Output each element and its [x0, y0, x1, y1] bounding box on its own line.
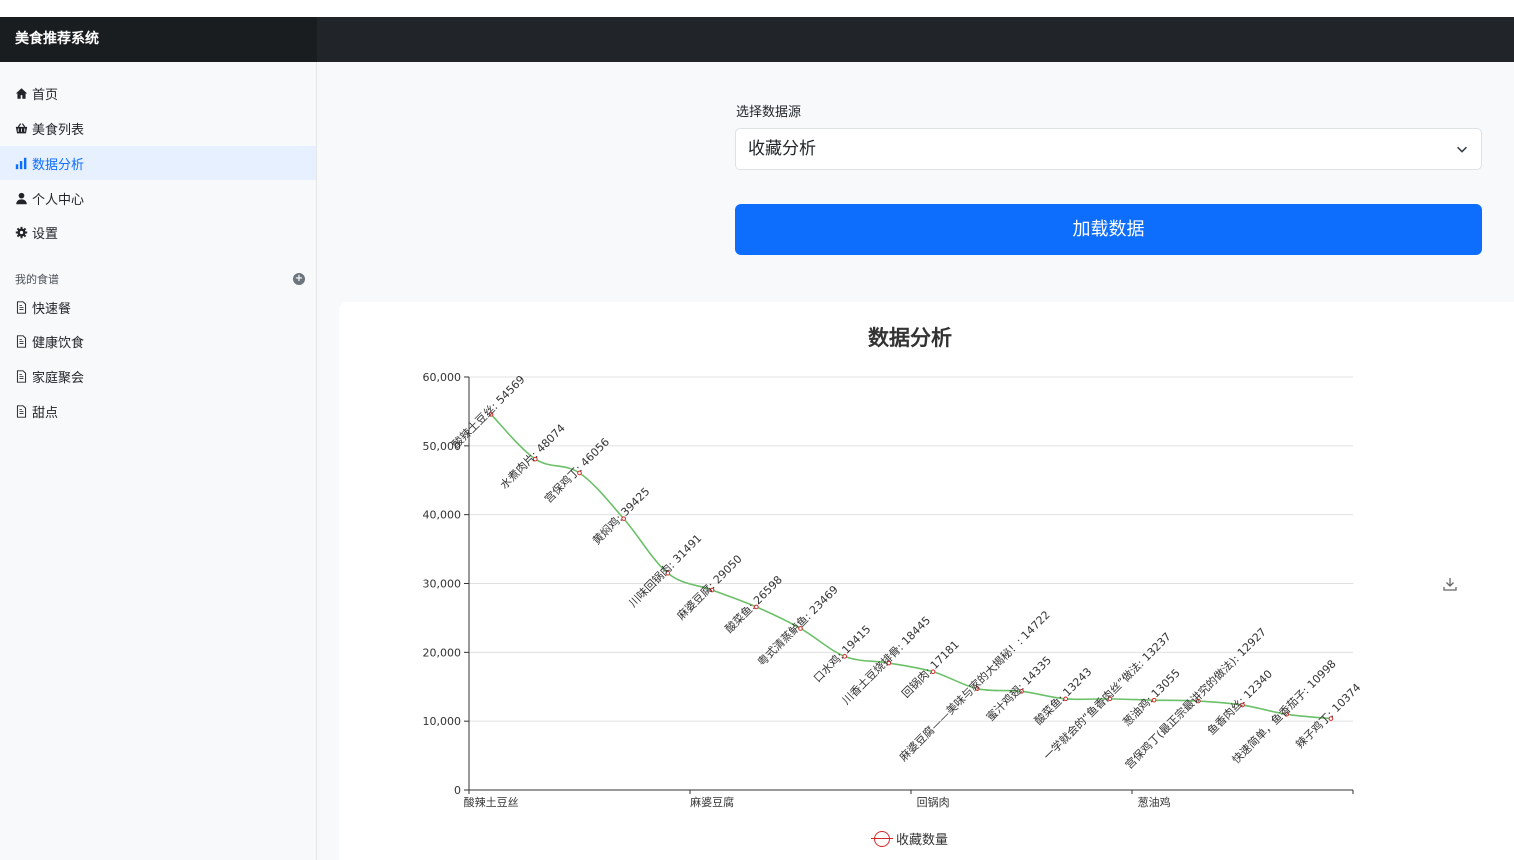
- basket-icon: [15, 122, 28, 133]
- data-label: 麻婆豆腐: 29050: [674, 552, 745, 623]
- recipes-section-header: 我的食谱 +: [15, 272, 305, 286]
- document-icon: [16, 300, 27, 314]
- series-line: [490, 413, 1331, 720]
- y-tick-label: 0: [454, 784, 461, 797]
- data-label: 酸菜鱼: 26598: [722, 573, 785, 636]
- data-source-select[interactable]: 收藏分析: [735, 128, 1482, 170]
- y-tick-label: 30,000: [423, 578, 462, 591]
- sidebar-item-home[interactable]: 首页: [0, 76, 316, 110]
- top-navbar: 美食推荐系统: [0, 17, 1514, 62]
- y-tick-label: 40,000: [423, 509, 462, 522]
- legend-marker-icon: [871, 830, 893, 847]
- sidebar-item-label: 健康饮食: [32, 335, 85, 351]
- data-label: 川香土豆烧排骨: 18445: [839, 613, 933, 707]
- sidebar-item-label: 家庭聚会: [32, 370, 85, 386]
- sidebar-item-label: 首页: [32, 87, 59, 103]
- data-source-label: 选择数据源: [736, 105, 802, 120]
- sidebar-item-recipe[interactable]: 快速餐: [0, 290, 316, 324]
- gear-icon: [15, 226, 28, 238]
- chart-legend[interactable]: 收藏数量: [871, 829, 949, 848]
- data-label: 快速简单，鱼香茄子: 10998: [1229, 657, 1339, 767]
- sidebar-item-label: 快速餐: [32, 301, 72, 317]
- sidebar-item-data-analysis[interactable]: 数据分析: [0, 146, 316, 180]
- home-icon: [15, 87, 28, 99]
- sidebar-item-food-list[interactable]: 美食列表: [0, 111, 316, 145]
- sidebar-item-label: 设置: [32, 226, 59, 242]
- section-title: 我的食谱: [15, 273, 59, 286]
- x-tick-label: 回锅肉: [917, 796, 950, 809]
- sidebar-item-recipe[interactable]: 家庭聚会: [0, 359, 316, 393]
- x-tick-label: 麻婆豆腐: [690, 795, 734, 809]
- chevron-down-icon: [1457, 146, 1467, 153]
- sidebar-item-settings[interactable]: 设置: [0, 215, 316, 249]
- y-tick-label: 20,000: [423, 646, 462, 659]
- data-label: 酸辣土豆丝: 54569: [449, 372, 528, 451]
- sidebar-item-label: 甜点: [32, 405, 59, 421]
- data-label: 黄焖鸡: 39425: [589, 484, 652, 547]
- legend-label: 收藏数量: [896, 833, 949, 848]
- line-chart: 010,00020,00030,00040,00050,00060,000酸辣土…: [423, 371, 1364, 809]
- person-icon: [16, 192, 27, 204]
- sidebar: 首页 美食列表 数据分析 个人中心 设置 我的食谱 + 快速餐 健康饮食 家庭聚…: [0, 62, 317, 860]
- sidebar-item-label: 数据分析: [32, 157, 85, 173]
- document-icon: [16, 334, 27, 348]
- x-tick-label: 葱油鸡: [1138, 795, 1171, 809]
- data-label: 回锅肉: 17181: [899, 638, 961, 700]
- app-brand[interactable]: 美食推荐系统: [0, 17, 317, 62]
- chart-card: 0 10,000 20,000 30,000 40,000 50,000 60,000 酸辣土…: [339, 302, 1514, 860]
- sidebar-item-recipe[interactable]: 健康饮食: [0, 324, 316, 358]
- sidebar-item-recipe[interactable]: 甜点: [0, 394, 316, 428]
- sidebar-item-profile[interactable]: 个人中心: [0, 181, 316, 215]
- add-recipe-icon[interactable]: +: [293, 273, 305, 285]
- sidebar-item-label: 美食列表: [32, 122, 85, 138]
- y-tick-label: 60,000: [423, 371, 462, 384]
- x-tick-label: 酸辣土豆丝: [464, 795, 519, 809]
- sidebar-item-label: 个人中心: [32, 192, 85, 208]
- load-data-button[interactable]: 加载数据: [735, 204, 1482, 255]
- selected-value: 收藏分析: [748, 139, 816, 159]
- chart-title: 数据分析: [868, 326, 952, 350]
- bar-chart-icon: [15, 157, 27, 169]
- y-tick-label: 10,000: [423, 715, 462, 728]
- download-icon[interactable]: [1442, 576, 1458, 592]
- browser-strip: [0, 0, 1514, 17]
- document-icon: [16, 404, 27, 418]
- document-icon: [16, 369, 27, 383]
